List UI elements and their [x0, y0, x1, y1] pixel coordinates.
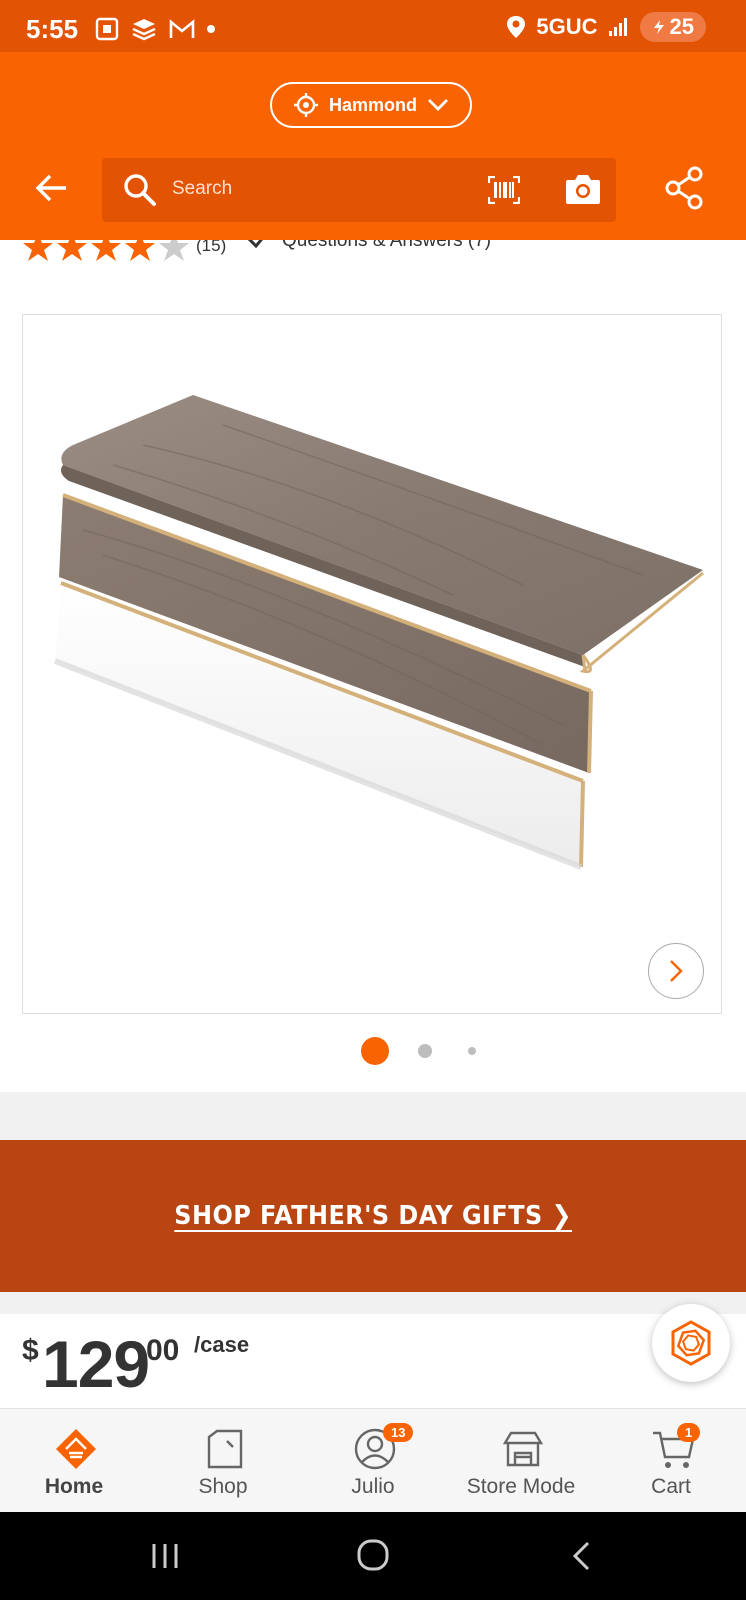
price-cents: 00: [146, 1334, 180, 1367]
carousel-dot: [418, 1044, 432, 1058]
dot-icon: [207, 25, 215, 33]
battery-saver-icon: [653, 20, 664, 34]
star-icon: [57, 240, 87, 261]
nav-store-mode[interactable]: Store Mode: [451, 1409, 591, 1513]
network-type: 5GUC: [536, 14, 598, 39]
fathers-day-promo-banner[interactable]: SHOP FATHER'S DAY GIFTS ❯: [0, 1140, 746, 1292]
star-empty-icon: [159, 240, 189, 261]
nav-label: Cart: [651, 1475, 691, 1498]
battery-indicator: 25: [639, 12, 706, 42]
locate-icon: [293, 93, 318, 117]
price-unit: /case: [194, 1332, 250, 1357]
notification-icons: [94, 16, 216, 42]
store-icon: [502, 1431, 544, 1467]
questions-answers-link[interactable]: Questions & Answers (7): [282, 240, 491, 252]
signal-icon: [608, 18, 627, 36]
layers-icon: [132, 19, 156, 41]
search-input[interactable]: Search: [172, 178, 232, 200]
screenshot-icon: [95, 17, 119, 41]
shop-icon: [207, 1429, 243, 1469]
star-icon: [91, 240, 121, 261]
search-icon: [124, 174, 156, 206]
status-time: 5:55: [26, 14, 79, 44]
star-icon: [23, 240, 53, 261]
chevron-down-icon: [428, 99, 448, 111]
price-bar: $ 129 00 /case: [0, 1314, 746, 1408]
star-rating[interactable]: [22, 240, 190, 262]
price-currency: $: [22, 1334, 39, 1367]
store-name: Hammond: [328, 94, 417, 115]
search-bar[interactable]: Search: [102, 158, 616, 222]
camera-icon[interactable]: [564, 172, 602, 206]
share-icon[interactable]: [664, 166, 704, 210]
product-image-card: [0, 290, 746, 1092]
nav-cart[interactable]: 1 Cart: [601, 1409, 741, 1513]
store-selector-button[interactable]: Hammond: [270, 82, 472, 128]
barcode-scan-icon[interactable]: [488, 176, 520, 204]
location-pin-icon: [507, 16, 526, 38]
nav-label: Store Mode: [466, 1475, 576, 1498]
recents-icon[interactable]: [150, 1542, 180, 1570]
app-header: Hammond Search: [0, 52, 746, 240]
home-circle-icon[interactable]: [356, 1538, 390, 1572]
nav-label: Home: [44, 1475, 104, 1498]
price-whole: 129: [42, 1327, 150, 1401]
carousel-dots[interactable]: [360, 1036, 490, 1066]
rating-strip: (15) Questions & Answers (7): [0, 240, 746, 290]
home-depot-logo-icon: [56, 1429, 96, 1469]
assistant-button[interactable]: [652, 1304, 730, 1382]
system-navigation-bar: [0, 1512, 746, 1600]
chevron-right-icon: [670, 960, 683, 982]
system-back-icon[interactable]: [570, 1540, 594, 1572]
nav-label: Julio: [351, 1475, 395, 1498]
carousel-next-button[interactable]: [648, 943, 704, 999]
bottom-navigation: Home Shop 13 Julio Store Mode 1 Cart: [0, 1408, 746, 1513]
gmail-icon: [169, 19, 195, 38]
checkmark-icon: [247, 240, 263, 249]
promo-link[interactable]: SHOP FATHER'S DAY GIFTS ❯: [174, 1201, 572, 1231]
nav-account[interactable]: 13 Julio: [303, 1409, 443, 1513]
status-right: 5GUC 25: [506, 12, 706, 42]
nav-label: Shop: [198, 1475, 248, 1498]
nav-shop[interactable]: Shop: [153, 1409, 293, 1513]
hexagon-assistant-icon: [671, 1320, 711, 1366]
nav-home[interactable]: Home: [4, 1409, 144, 1513]
back-arrow-icon[interactable]: [34, 170, 70, 206]
battery-level: 25: [669, 14, 694, 39]
carousel-dot-active: [361, 1037, 389, 1065]
product-image[interactable]: [22, 314, 722, 1014]
status-bar: 5:55 5GUC 25: [0, 0, 746, 52]
carousel-dot: [468, 1047, 476, 1055]
cart-badge: 1: [677, 1423, 701, 1442]
stair-tread-product-image: [53, 395, 704, 870]
account-badge: 13: [383, 1423, 414, 1442]
review-count[interactable]: (15): [196, 240, 226, 256]
star-icon: [125, 240, 155, 261]
